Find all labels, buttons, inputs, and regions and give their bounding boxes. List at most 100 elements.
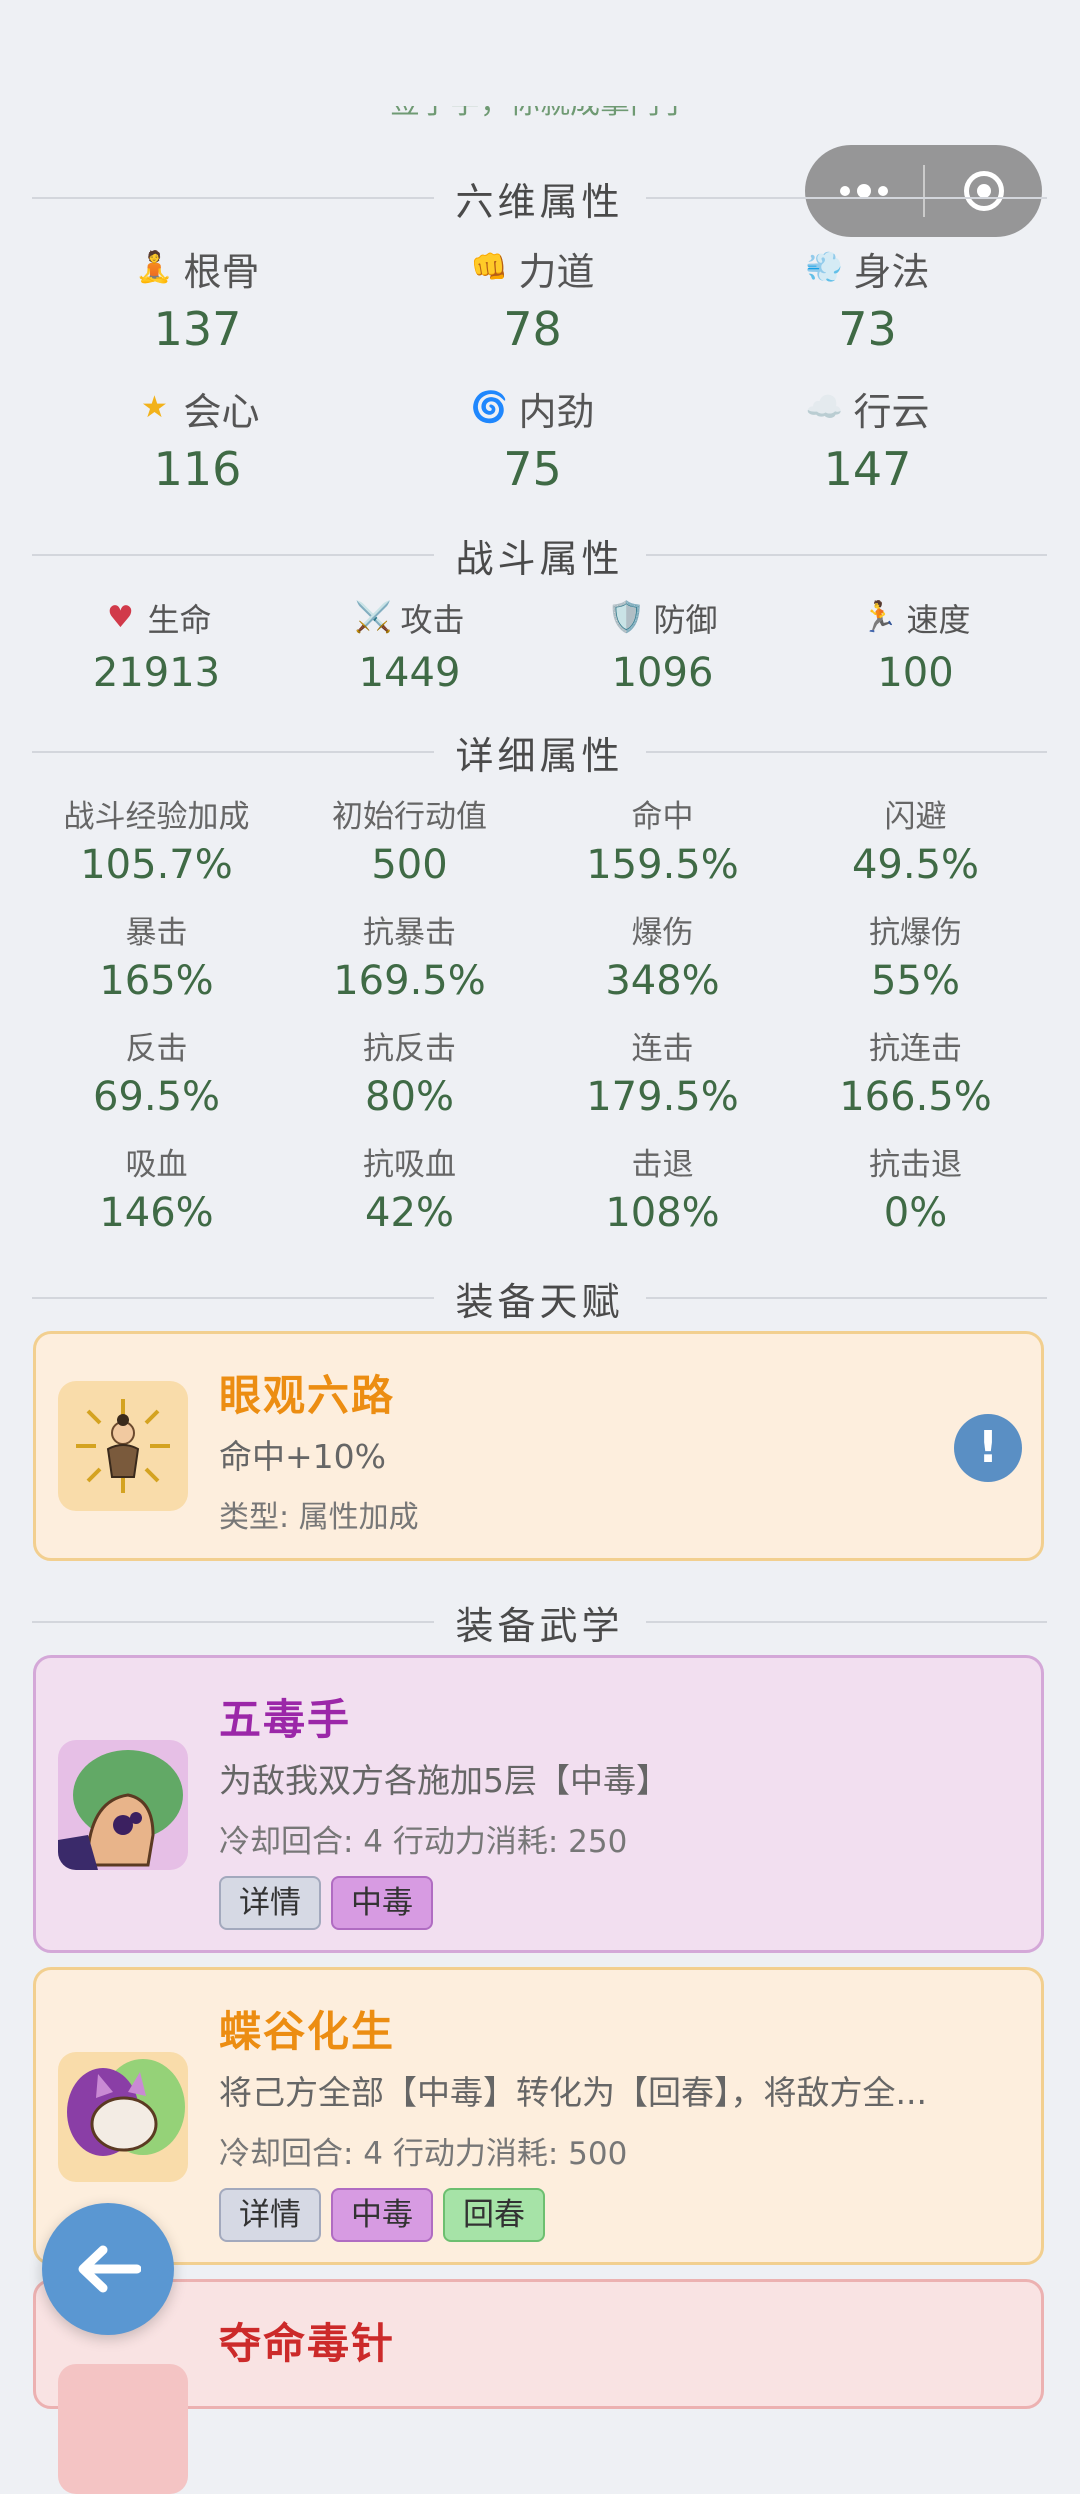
battle-value: 1096 — [611, 650, 714, 696]
talent-portrait — [58, 1381, 188, 1511]
attr-value: 147 — [823, 442, 912, 496]
detail-label: 抗击退 — [869, 1147, 962, 1183]
battle-value: 100 — [877, 650, 954, 696]
martial-portrait — [58, 2364, 188, 2494]
detail-value: 55% — [871, 958, 960, 1004]
detail-cell: 抗爆伤 55% — [789, 908, 1042, 1024]
talent-card[interactable]: 眼观六路 命中+10% 类型: 属性加成 — [33, 1331, 1044, 1561]
martial-card-wudushou[interactable]: 五毒手 为敌我双方各施加5层【中毒】 冷却回合: 4 行动力消耗: 250 详情… — [33, 1655, 1044, 1953]
shield-icon: 🛡️ — [607, 600, 646, 635]
detail-label: 吸血 — [125, 1147, 188, 1183]
battle-defense: 🛡️ 防御 1096 — [536, 592, 789, 696]
cloud-icon: ☁️ — [805, 390, 844, 425]
tag-poison[interactable]: 中毒 — [331, 2188, 433, 2242]
battle-label: 速度 — [906, 601, 971, 639]
attr-label: 身法 — [853, 249, 930, 294]
attr-label: 会心 — [183, 389, 260, 434]
tag-poison[interactable]: 中毒 — [331, 1876, 433, 1930]
talent-desc: 命中+10% — [219, 1437, 386, 1476]
attr-huixin: ★ 会心 116 — [30, 378, 365, 518]
attr-value: 137 — [153, 302, 242, 356]
detail-label: 连击 — [631, 1031, 694, 1067]
detail-label: 暴击 — [125, 915, 188, 951]
section-title: 装备武学 — [455, 1603, 624, 1648]
back-button[interactable] — [42, 2203, 174, 2335]
martial-portrait — [58, 1740, 188, 1870]
detail-value: 348% — [605, 958, 720, 1004]
section-talent: 装备天赋 — [32, 1268, 1048, 1328]
detail-value: 500 — [371, 842, 448, 888]
martial-meta: 冷却回合: 4 行动力消耗: 250 — [219, 1824, 628, 1860]
detail-value: 105.7% — [80, 842, 233, 888]
arrow-left-icon — [78, 2245, 141, 2293]
page-subtitle-cut: 签了字，你就成掌门了 — [0, 106, 1080, 136]
martial-desc: 为敌我双方各施加5层【中毒】 — [219, 1761, 669, 1800]
detail-label: 爆伤 — [631, 915, 694, 951]
section-detail-attributes: 详细属性 — [32, 722, 1048, 782]
martial-name: 蝶谷化生 — [219, 2007, 396, 2056]
fist-icon: 👊 — [470, 250, 509, 285]
battle-label: 防御 — [653, 601, 718, 639]
detail-value: 159.5% — [586, 842, 739, 888]
detail-label: 闪避 — [884, 799, 947, 835]
detail-value: 49.5% — [851, 842, 980, 888]
detail-value: 108% — [605, 1190, 720, 1236]
attr-label: 力道 — [518, 249, 595, 294]
attr-label: 根骨 — [183, 249, 260, 294]
tag-heal[interactable]: 回春 — [443, 2188, 545, 2242]
attr-value: 78 — [503, 302, 562, 356]
detail-label: 反击 — [125, 1031, 188, 1067]
detail-value: 80% — [365, 1074, 454, 1120]
martial-card-diegu[interactable]: 蝶谷化生 将己方全部【中毒】转化为【回春】，将敌方全... 冷却回合: 4 行动… — [33, 1967, 1044, 2265]
detail-cell: 初始行动值 500 — [283, 792, 536, 908]
detail-cell: 爆伤 348% — [536, 908, 789, 1024]
attr-shenfa: 💨 身法 73 — [700, 238, 1035, 378]
detail-label: 抗爆伤 — [869, 915, 962, 951]
martial-portrait — [58, 2052, 188, 2182]
detail-cell: 抗连击 166.5% — [789, 1024, 1042, 1140]
detail-label: 抗反击 — [363, 1031, 456, 1067]
attr-xingyun: ☁️ 行云 147 — [700, 378, 1035, 518]
section-title: 六维属性 — [455, 179, 624, 224]
section-title: 战斗属性 — [455, 536, 624, 581]
attr-neijin: 🌀 内劲 75 — [365, 378, 700, 518]
detail-value: 0% — [883, 1190, 948, 1236]
detail-label: 初始行动值 — [332, 799, 487, 835]
detail-label: 击退 — [631, 1147, 694, 1183]
detail-value: 165% — [99, 958, 214, 1004]
wind-icon: 💨 — [805, 250, 844, 285]
tag-details-button[interactable]: 详情 — [219, 1876, 321, 1930]
battle-label: 攻击 — [400, 601, 465, 639]
detail-cell: 抗吸血 42% — [283, 1140, 536, 1256]
section-title: 详细属性 — [455, 733, 624, 778]
battle-speed: 🏃 速度 100 — [789, 592, 1042, 696]
detail-cell: 抗击退 0% — [789, 1140, 1042, 1256]
battle-value: 1449 — [358, 650, 461, 696]
detail-label: 抗暴击 — [363, 915, 456, 951]
martial-card-duoming[interactable]: 夺命毒针 — [33, 2279, 1044, 2494]
detail-label: 抗吸血 — [363, 1147, 456, 1183]
star-icon: ★ — [141, 390, 168, 425]
detail-cell: 闪避 49.5% — [789, 792, 1042, 908]
attr-lidao: 👊 力道 78 — [365, 238, 700, 378]
detail-label: 抗连击 — [869, 1031, 962, 1067]
detail-cell: 反击 69.5% — [30, 1024, 283, 1140]
section-title: 装备天赋 — [455, 1279, 624, 1324]
tag-details-button[interactable]: 详情 — [219, 2188, 321, 2242]
detail-cell: 暴击 165% — [30, 908, 283, 1024]
detail-label: 命中 — [631, 799, 694, 835]
detail-cell: 抗暴击 169.5% — [283, 908, 536, 1024]
battle-attack: ⚔️ 攻击 1449 — [283, 592, 536, 696]
attr-gengu: 🧘 根骨 137 — [30, 238, 365, 378]
info-icon[interactable]: ! — [954, 1414, 1022, 1482]
attr-label: 行云 — [853, 389, 930, 434]
six-attributes-grid: 🧘 根骨 137 👊 力道 78 💨 身法 73 ★ 会心 116 🌀 内劲 75 ☁️ 行… — [30, 238, 1050, 518]
butterfly-transform-icon — [67, 2059, 185, 2156]
detail-value: 42% — [365, 1190, 454, 1236]
attr-label: 内劲 — [518, 389, 595, 434]
attr-value: 116 — [153, 442, 242, 496]
detail-cell: 战斗经验加成 105.7% — [30, 792, 283, 908]
detail-value: 169.5% — [333, 958, 486, 1004]
hero-arrows-icon — [76, 1399, 170, 1493]
battle-attributes: ♥ 生命 21913 ⚔️ 攻击 1449 🛡️ 防御 1096 🏃 速度 100 — [30, 592, 1050, 696]
